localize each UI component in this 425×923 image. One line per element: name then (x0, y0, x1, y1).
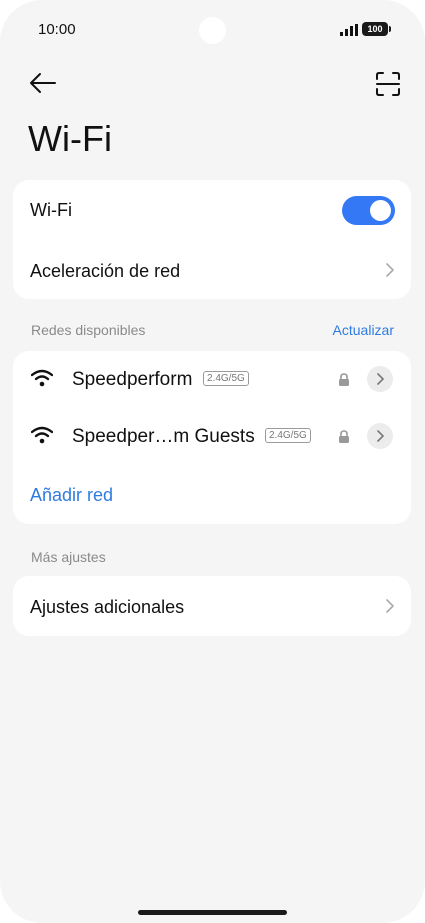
wifi-signal-icon (31, 369, 53, 387)
toggle-knob (370, 200, 391, 221)
lock-icon (339, 373, 349, 386)
network-details-button[interactable] (367, 423, 393, 449)
additional-settings-label: Ajustes adicionales (30, 597, 185, 617)
home-indicator[interactable] (138, 910, 287, 915)
networks-card: Speedperform 2.4G/5G Speedper…m Guests 2… (13, 351, 411, 524)
wifi-settings-card: Wi-Fi Aceleración de red (13, 180, 411, 299)
network-acceleration-label: Aceleración de red (30, 261, 181, 281)
add-network-button[interactable]: Añadir red (30, 485, 113, 506)
network-row[interactable]: Speedper…m Guests 2.4G/5G (13, 408, 411, 466)
additional-settings-row[interactable]: Ajustes adicionales (13, 576, 411, 634)
lock-icon (339, 430, 349, 443)
network-acceleration-row[interactable]: Aceleración de red (13, 240, 411, 298)
status-time: 10:00 (38, 21, 76, 38)
page-title: Wi-Fi (28, 118, 112, 159)
available-networks-label: Redes disponibles (31, 322, 146, 338)
scan-qr-icon[interactable] (373, 69, 403, 99)
wifi-signal-icon (31, 426, 53, 444)
camera-cutout (199, 17, 226, 44)
more-settings-label: Más ajustes (31, 549, 106, 565)
network-details-button[interactable] (367, 366, 393, 392)
refresh-button[interactable]: Actualizar (333, 322, 394, 338)
chevron-right-icon (377, 430, 384, 442)
back-arrow-icon[interactable] (28, 68, 58, 98)
wifi-toggle[interactable] (342, 196, 395, 225)
chevron-right-icon (386, 599, 394, 613)
chevron-right-icon (386, 263, 394, 277)
band-badge: 2.4G/5G (203, 371, 249, 386)
network-name: Speedperform (72, 369, 193, 390)
wifi-label: Wi-Fi (30, 200, 72, 220)
more-settings-card: Ajustes adicionales (13, 576, 411, 636)
phone-screen: 10:00 100 Wi-Fi Wi-Fi Aceleración de red… (0, 0, 425, 923)
network-name: Speedper…m Guests (72, 426, 255, 447)
battery-icon: 100 (362, 22, 391, 36)
signal-icon (340, 24, 358, 36)
network-row[interactable]: Speedperform 2.4G/5G (13, 351, 411, 409)
band-badge: 2.4G/5G (265, 428, 311, 443)
wifi-toggle-row[interactable]: Wi-Fi (13, 180, 411, 238)
chevron-right-icon (377, 373, 384, 385)
